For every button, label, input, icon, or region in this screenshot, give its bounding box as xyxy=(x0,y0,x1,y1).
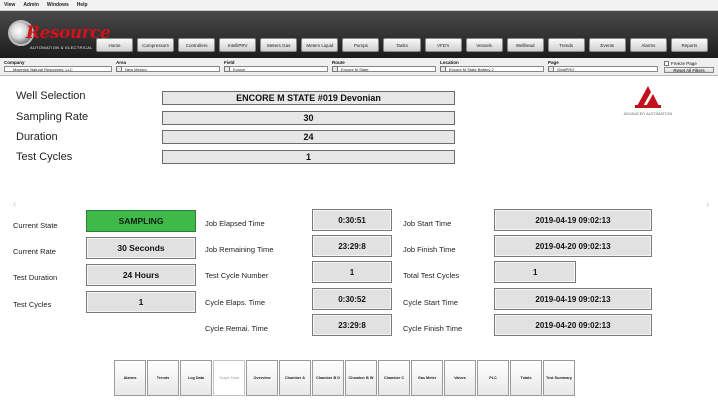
test-cycle-number-value: 1 xyxy=(312,261,392,283)
test-cycle-number-label: Test Cycle Number xyxy=(205,271,269,280)
nav-tab-vessels[interactable]: Vessels xyxy=(465,38,503,52)
duration-label: Duration xyxy=(16,131,58,143)
area-select[interactable]: New Mexico xyxy=(116,66,220,72)
menu-view[interactable]: View xyxy=(4,2,15,8)
nav-tab-controllers[interactable]: Controllers xyxy=(178,38,216,52)
freeze-controls: Freeze Page Reset All Filters xyxy=(664,60,714,74)
current-rate-label: Current Rate xyxy=(13,247,56,256)
filter-row: Company Maverick Natural Resources, LLC … xyxy=(0,58,718,76)
bottom-tab-valves[interactable]: Valves xyxy=(444,360,476,396)
job-remaining-label: Job Remaining Time xyxy=(205,245,274,254)
menu-bar: View Admin Windows Help xyxy=(0,0,718,11)
bottom-tab-totals[interactable]: Totals xyxy=(510,360,542,396)
nav-tab-intelliprv[interactable]: IntelliPRV xyxy=(219,38,257,52)
cycle-start-label: Cycle Start Time xyxy=(403,298,459,307)
current-state-indicator: SAMPLING xyxy=(86,210,196,232)
bottom-tab-gas-meter[interactable]: Gas Meter xyxy=(411,360,443,396)
field-select[interactable]: Eunice xyxy=(224,66,328,72)
well-selection-select[interactable]: ENCORE M STATE #019 Devonian xyxy=(162,91,455,105)
cycle-finish-label: Cycle Finish Time xyxy=(403,324,463,333)
brand-logo: ADVANCED AUTOMATION xyxy=(610,84,686,124)
total-test-cycles-label: Total Test Cycles xyxy=(403,271,460,280)
bottom-tab-chamber-c[interactable]: Chamber C xyxy=(378,360,410,396)
bottom-tab-log-data[interactable]: Log Data xyxy=(180,360,212,396)
company-select[interactable]: Maverick Natural Resources, LLC xyxy=(4,66,112,72)
filter-page: Page OrbitPRO xyxy=(548,60,658,72)
test-cycles-label: Test Cycles xyxy=(16,151,73,163)
reset-filters-button[interactable]: Reset All Filters xyxy=(664,67,714,73)
nav-tab-trends[interactable]: Trends xyxy=(547,38,585,52)
bottom-tab-alarms[interactable]: Alarms xyxy=(114,360,146,396)
nav-tab-compressors[interactable]: Compressors xyxy=(137,38,175,52)
bottom-tab-chamber-b-w[interactable]: Chamber B W xyxy=(345,360,377,396)
current-state-label: Current State xyxy=(13,221,58,230)
freeze-page-checkbox[interactable]: Freeze Page xyxy=(664,60,714,66)
main-nav: Home Compressors Controllers IntelliPRV … xyxy=(96,38,708,54)
brand-text: ADVANCED AUTOMATION xyxy=(623,112,673,116)
main-panel: Well Selection ENCORE M STATE #019 Devon… xyxy=(0,76,718,356)
sampling-rate-input[interactable]: 30 xyxy=(162,111,455,125)
filter-field: Field Eunice xyxy=(224,60,328,72)
job-remaining-value: 23:29:8 xyxy=(312,235,392,257)
bottom-tab-test-summary[interactable]: Test Summary xyxy=(543,360,575,396)
test-duration-value: 24 Hours xyxy=(86,264,196,286)
status-test-cycles-value: 1 xyxy=(86,291,196,313)
filter-area: Area New Mexico xyxy=(116,60,220,72)
nav-tab-events[interactable]: Events xyxy=(588,38,626,52)
cycle-elapsed-label: Cycle Elaps. Time xyxy=(205,298,266,307)
job-finish-label: Job Finish Time xyxy=(403,245,456,254)
job-start-value: 2019-04-19 09:02:13 xyxy=(494,209,652,231)
menu-help[interactable]: Help xyxy=(77,2,88,8)
nav-tab-meters-liquid[interactable]: Meters Liquid xyxy=(301,38,339,52)
bottom-tab-graph-data[interactable]: Graph Data xyxy=(213,360,245,396)
status-test-cycles-label: Test Cycles xyxy=(13,300,52,309)
total-test-cycles-value: 1 xyxy=(494,261,576,283)
logo-tagline: AUTOMATION & ELECTRICAL xyxy=(30,45,93,50)
brand-triangle-icon xyxy=(635,86,661,108)
cycle-elapsed-value: 0:30:52 xyxy=(312,288,392,310)
nav-tab-alarms[interactable]: Alarms xyxy=(629,38,667,52)
cycle-remaining-label: Cycle Remai. Time xyxy=(205,324,268,333)
menu-windows[interactable]: Windows xyxy=(47,2,69,8)
bottom-tabs: Alarms Trends Log Data Graph Data Overvi… xyxy=(114,360,576,396)
cycle-finish-value: 2019-04-20 09:02:13 xyxy=(494,314,652,336)
cycle-start-value: 2019-04-19 09:02:13 xyxy=(494,288,652,310)
job-elapsed-label: Job Elapsed Time xyxy=(205,219,265,228)
page-select[interactable]: OrbitPRO xyxy=(548,66,658,72)
bottom-nav-bar: Alarms Trends Log Data Graph Data Overvi… xyxy=(0,356,718,402)
bottom-tab-trends[interactable]: Trends xyxy=(147,360,179,396)
company-logo: Resource AUTOMATION & ELECTRICAL xyxy=(8,14,111,56)
bottom-tab-chamber-b-d[interactable]: Chamber B D xyxy=(312,360,344,396)
cycle-remaining-value: 23:29:8 xyxy=(312,314,392,336)
route-select[interactable]: Encore M State xyxy=(332,66,436,72)
filter-location: Location Encore M State Battery 2 xyxy=(440,60,544,72)
app-window: View Admin Windows Help Resource AUTOMAT… xyxy=(0,0,718,402)
nav-tab-home[interactable]: Home xyxy=(96,38,134,52)
location-select[interactable]: Encore M State Battery 2 xyxy=(440,66,544,72)
nav-tab-tanks[interactable]: Tanks xyxy=(383,38,421,52)
nav-tab-pumps[interactable]: Pumps xyxy=(342,38,380,52)
bottom-tab-chamber-a[interactable]: Chamber A xyxy=(279,360,311,396)
well-selection-label: Well Selection xyxy=(16,90,86,102)
scroll-right-icon[interactable]: › xyxy=(706,199,709,210)
sampling-rate-label: Sampling Rate xyxy=(16,111,89,123)
duration-input[interactable]: 24 xyxy=(162,130,455,144)
job-start-label: Job Start Time xyxy=(403,219,452,228)
bottom-tab-overview[interactable]: Overview xyxy=(246,360,278,396)
nav-tab-meters-gas[interactable]: Meters Gas xyxy=(260,38,298,52)
test-duration-label: Test Duration xyxy=(13,273,58,282)
nav-tab-reports[interactable]: Reports xyxy=(670,38,708,52)
nav-tab-vfds[interactable]: VFD's xyxy=(424,38,462,52)
header-bar: Resource AUTOMATION & ELECTRICAL Home Co… xyxy=(0,11,718,65)
test-cycles-input[interactable]: 1 xyxy=(162,150,455,164)
bottom-tab-plc[interactable]: PLC xyxy=(477,360,509,396)
job-finish-value: 2019-04-20 09:02:13 xyxy=(494,235,652,257)
menu-admin[interactable]: Admin xyxy=(23,2,39,8)
job-elapsed-value: 0:30:51 xyxy=(312,209,392,231)
current-rate-value: 30 Seconds xyxy=(86,237,196,259)
filter-company: Company Maverick Natural Resources, LLC xyxy=(4,60,112,72)
filter-route: Route Encore M State xyxy=(332,60,436,72)
scroll-left-icon[interactable]: ‹ xyxy=(13,199,16,210)
nav-tab-wellhead[interactable]: Wellhead xyxy=(506,38,544,52)
